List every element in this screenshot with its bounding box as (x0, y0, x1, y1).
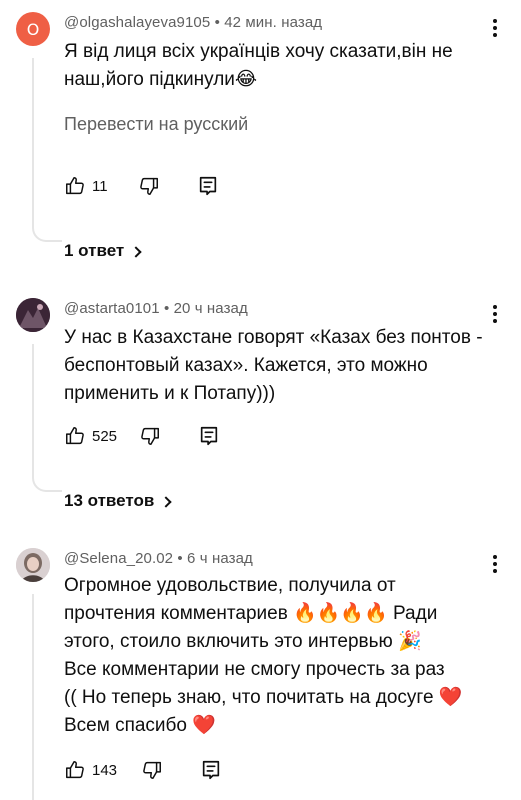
replies-count: 1 ответ (64, 241, 125, 260)
like-button[interactable]: 11 (64, 175, 108, 197)
meta-separator: • (214, 14, 220, 31)
reply-button[interactable] (197, 175, 219, 197)
thumb-down-icon (139, 177, 158, 195)
comment-meta: @Selena_20.02 • 6 ч назад (64, 550, 253, 567)
avatar-image (16, 548, 50, 582)
dislike-button[interactable] (138, 175, 160, 197)
comment-line: Всем спасибо ❤️ (64, 715, 216, 736)
thumb-down-icon (141, 427, 160, 445)
comment-line: беспонтовый казах». Кажется, это можно (64, 355, 428, 376)
thumb-up-icon (66, 177, 84, 195)
like-count: 11 (92, 177, 108, 195)
reply-icon (200, 426, 218, 446)
dislike-button[interactable] (141, 759, 163, 781)
comment-line: Огромное удовольствие, получила от (64, 575, 396, 596)
comment-actions: 525 (64, 422, 220, 450)
comment-line: наш,його підкинули😂 (64, 69, 258, 90)
avatar[interactable] (16, 298, 50, 332)
comment-time: 20 ч назад (173, 300, 248, 317)
like-button[interactable]: 143 (64, 759, 117, 781)
comment-line: (( Но теперь знаю, что почитать на досуг… (64, 687, 463, 708)
comment-line: Все комментарии не смогу прочесть за раз (64, 659, 445, 680)
thumb-down-icon (143, 761, 162, 779)
comment-line: У нас в Казахстане говорят «Казах без по… (64, 327, 483, 348)
comment-actions: 143 (64, 756, 222, 784)
reply-icon (202, 760, 220, 780)
thread-line (32, 594, 62, 800)
comment-author[interactable]: @astarta0101 (64, 300, 160, 317)
comment-time: 6 ч назад (187, 550, 253, 567)
thread-line (32, 58, 62, 242)
thread-line (32, 344, 62, 492)
comment-author[interactable]: @olgashalayeva9105 (64, 14, 210, 31)
translate-link[interactable]: Перевести на русский (64, 114, 248, 135)
comment-actions: 11 (64, 172, 219, 200)
comment-line: Я від лиця всіх українців хочу сказати,в… (64, 41, 453, 62)
view-replies-button[interactable]: 1 ответ (64, 241, 142, 261)
chevron-right-icon (130, 245, 142, 258)
chevron-right-icon (160, 495, 172, 508)
more-vert-icon[interactable] (485, 16, 505, 40)
avatar-image (16, 298, 50, 332)
reply-button[interactable] (200, 759, 222, 781)
comment-author[interactable]: @Selena_20.02 (64, 550, 173, 567)
reply-button[interactable] (198, 425, 220, 447)
comment-text: У нас в Казахстане говорят «Казах без по… (64, 324, 496, 408)
comment-meta: @astarta0101 • 20 ч назад (64, 300, 248, 317)
avatar-letter: О (26, 19, 40, 39)
meta-separator: • (163, 300, 170, 317)
comment-text: Я від лиця всіх українців хочу сказати,в… (64, 38, 496, 94)
comment-line: применить и к Потапу))) (64, 383, 276, 404)
meta-separator: • (177, 550, 183, 567)
replies-count: 13 ответов (64, 491, 155, 510)
avatar[interactable]: О (16, 12, 50, 46)
comment-text: Огромное удовольствие, получила от прочт… (64, 572, 496, 740)
like-count: 143 (92, 761, 118, 779)
thumb-up-icon (66, 427, 84, 445)
view-replies-button[interactable]: 13 ответов (64, 491, 172, 511)
like-button[interactable]: 525 (64, 425, 117, 447)
comment-meta: @olgashalayeva9105 • 42 мин. назад (64, 14, 322, 31)
thumb-up-icon (66, 761, 84, 779)
avatar[interactable] (16, 548, 50, 582)
like-count: 525 (92, 427, 118, 445)
more-vert-icon[interactable] (485, 302, 505, 326)
comment-line: этого, стоило включить это интервью 🎉 (64, 631, 422, 652)
comment-line: прочтения комментариев 🔥🔥🔥🔥 Ради (64, 603, 438, 624)
dislike-button[interactable] (139, 425, 161, 447)
comment-time: 42 мин. назад (224, 14, 323, 31)
reply-icon (199, 176, 216, 196)
